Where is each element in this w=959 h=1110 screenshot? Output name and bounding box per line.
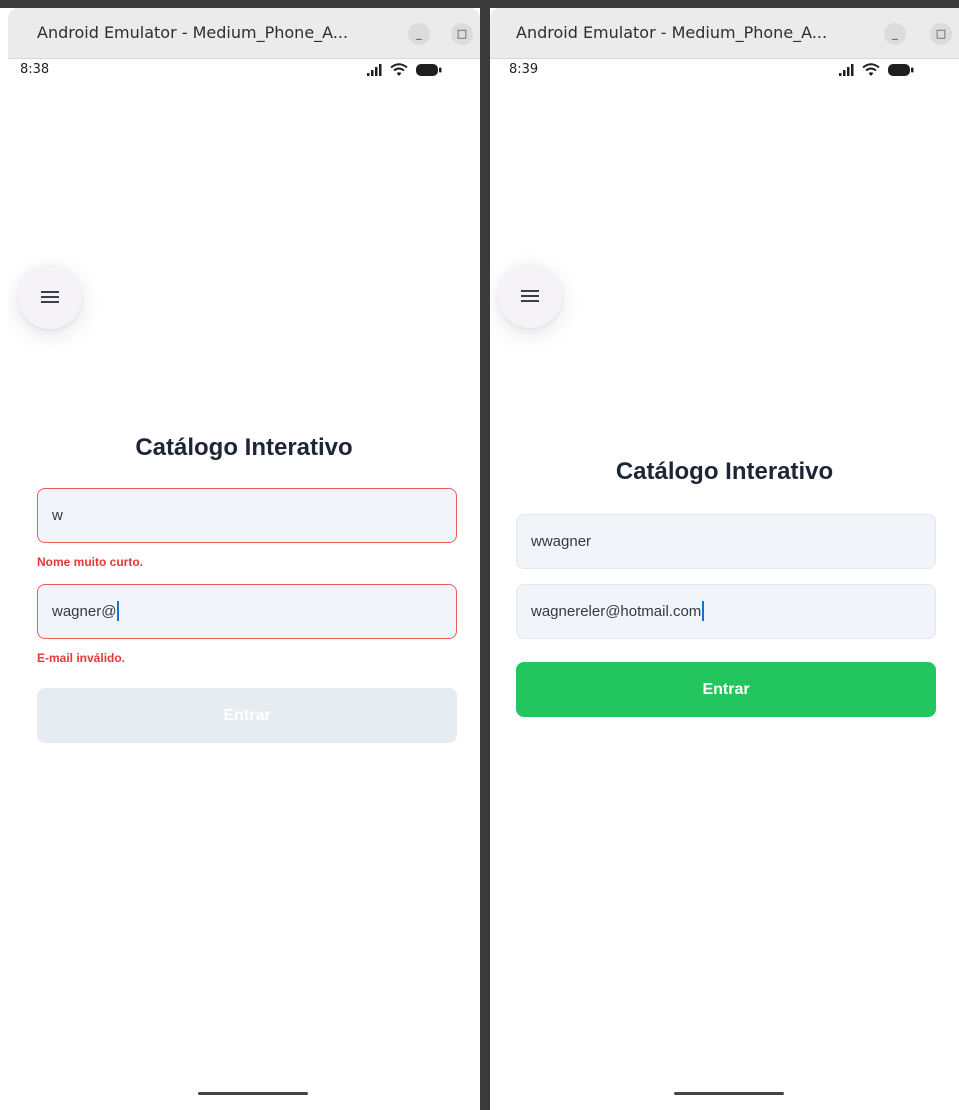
window-title: Android Emulator - Medium_Phone_A... [516,23,828,42]
name-field[interactable]: w [37,488,457,543]
menu-button[interactable] [18,265,82,329]
battery-icon [416,63,442,77]
cell-signal-icon [366,63,384,77]
name-field-value: wwagner [531,533,592,550]
window-titlebar[interactable]: Android Emulator - Medium_Phone_A... _ □ [490,8,959,59]
hamburger-menu-icon [41,291,59,303]
cell-signal-icon [838,63,856,77]
emulator-window-right: Android Emulator - Medium_Phone_A... _ □… [490,8,959,1110]
text-cursor [702,600,705,621]
menu-button[interactable] [498,264,562,328]
window-titlebar[interactable]: Android Emulator - Medium_Phone_A... _ □ [8,8,480,59]
page-title: Catálogo Interativo [135,434,353,461]
status-time: 8:39 [509,62,539,77]
window-title: Android Emulator - Medium_Phone_A... [37,23,349,42]
home-indicator[interactable] [674,1092,784,1095]
wifi-icon [390,63,408,77]
email-field-value: wagnereler@hotmail.com [531,603,702,620]
page-title: Catálogo Interativo [615,458,834,485]
minimize-button[interactable]: _ [408,23,430,45]
android-status-bar: 8:39 [490,58,959,84]
email-field-value: wagner@ [52,603,117,620]
battery-icon [888,63,914,77]
status-time: 8:38 [20,62,50,77]
text-cursor [117,600,120,621]
maximize-button[interactable]: □ [930,23,952,45]
home-indicator[interactable] [198,1092,308,1095]
email-field[interactable]: wagnereler@hotmail.com [516,584,936,639]
maximize-button[interactable]: □ [451,23,473,45]
submit-button[interactable]: Entrar [37,688,457,743]
email-field[interactable]: wagner@ [37,584,457,639]
minimize-button[interactable]: _ [884,23,906,45]
name-error-message: Nome muito curto. [37,555,144,569]
hamburger-menu-icon [521,290,539,302]
android-status-bar: 8:38 [8,58,480,84]
wifi-icon [862,63,880,77]
emulator-window-left: Android Emulator - Medium_Phone_A... _ □… [8,8,480,1110]
email-error-message: E-mail inválido. [37,651,126,665]
name-field-value: w [52,507,63,524]
name-field[interactable]: wwagner [516,514,936,569]
desktop-background-gap [480,0,490,1110]
submit-button[interactable]: Entrar [516,662,936,717]
